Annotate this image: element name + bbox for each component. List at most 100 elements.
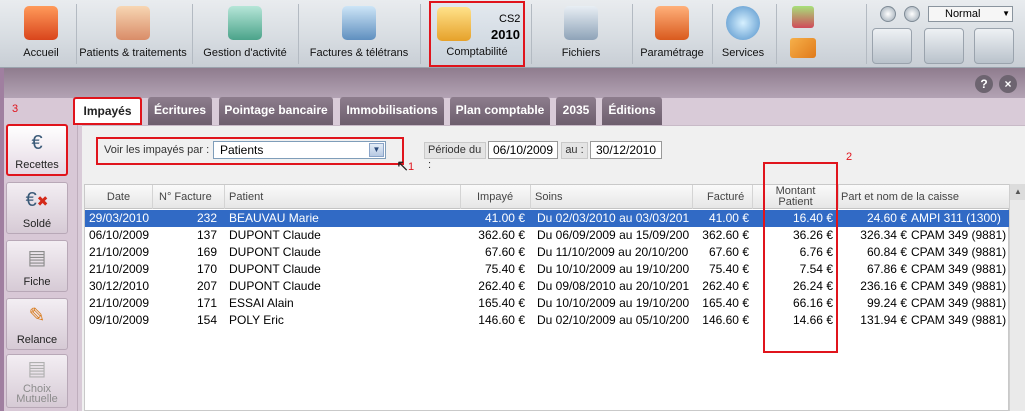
- col-num-facture[interactable]: N° Facture: [153, 185, 225, 209]
- row-nom-caisse: CPAM 349 (9881): [911, 296, 1007, 310]
- database-icon: [564, 6, 598, 40]
- row-impaye: 165.40 €: [478, 296, 525, 310]
- scroll-up-icon[interactable]: ▲: [1010, 184, 1025, 200]
- row-nom-caisse: CPAM 349 (9881): [911, 279, 1007, 293]
- table-row[interactable]: 29/03/2010 232 BEAUVAU Marie 41.00 € Du 02/0…: [85, 210, 1010, 227]
- toolbar-accueil-button[interactable]: Accueil: [8, 2, 74, 66]
- row-date: 21/10/2009: [88, 296, 150, 310]
- row-facture: 146.60 €: [702, 313, 749, 327]
- vertical-scrollbar[interactable]: ▲: [1009, 184, 1025, 411]
- col-impaye[interactable]: Impayé: [461, 185, 531, 209]
- au-label: au :: [561, 142, 588, 159]
- impayes-par-select[interactable]: Patients ▼: [213, 141, 386, 159]
- row-facture: 41.00 €: [708, 211, 749, 225]
- row-num-facture: 207: [196, 279, 217, 293]
- tab-ecritures[interactable]: Écritures: [148, 97, 212, 125]
- tab-pointage-bancaire[interactable]: Pointage bancaire: [219, 97, 333, 125]
- row-date: 29/03/2010: [88, 211, 150, 225]
- toolbar-parametrage-button[interactable]: Paramétrage: [636, 2, 708, 66]
- table-row[interactable]: 09/10/2009 154 POLY Eric 146.60 € Du 02/10/2…: [85, 312, 1010, 329]
- row-num-facture: 232: [196, 211, 217, 225]
- annotation-1: 1: [408, 161, 415, 173]
- table-row[interactable]: 06/10/2009 137 DUPONT Claude 362.60 € Du 06/…: [85, 227, 1010, 244]
- row-nom-caisse: CPAM 349 (9881): [911, 228, 1007, 242]
- row-facture: 362.60 €: [702, 228, 749, 242]
- date-to-field[interactable]: 30/12/2010: [590, 141, 662, 159]
- row-patient: DUPONT Claude: [229, 262, 321, 276]
- table-row[interactable]: 21/10/2009 171 ESSAI Alain 165.40 € Du 10/10…: [85, 295, 1010, 312]
- row-patient: DUPONT Claude: [229, 228, 321, 242]
- row-facture: 67.60 €: [708, 245, 749, 259]
- row-soins: Du 11/10/2009 au 20/10/200: [537, 245, 689, 259]
- sidebar-item-recettes[interactable]: € Recettes: [6, 124, 68, 176]
- row-facture: 262.40 €: [702, 279, 749, 293]
- row-nom-caisse: CPAM 349 (9881): [911, 313, 1007, 327]
- chevron-down-icon: ▼: [1002, 9, 1010, 18]
- col-date[interactable]: Date: [85, 185, 153, 209]
- toolbar-services-button[interactable]: Services: [716, 2, 770, 66]
- card-reader-icon[interactable]: [924, 28, 964, 64]
- tab-immobilisations[interactable]: Immobilisations: [340, 97, 444, 125]
- doctor-icon[interactable]: [872, 28, 912, 64]
- row-date: 09/10/2009: [88, 313, 150, 327]
- help-icon[interactable]: ?: [975, 75, 993, 93]
- table-row[interactable]: 21/10/2009 170 DUPONT Claude 75.40 € Du 10/1…: [85, 261, 1010, 278]
- col-facture[interactable]: Facturé: [693, 185, 753, 209]
- page-icon: ▤: [27, 247, 47, 269]
- row-nom-caisse: AMPI 311 (1300): [911, 211, 1001, 225]
- row-num-facture: 170: [196, 262, 217, 276]
- sidebar-item-fiche[interactable]: ▤ Fiche: [6, 240, 68, 292]
- row-patient: DUPONT Claude: [229, 245, 321, 259]
- row-num-facture: 154: [196, 313, 217, 327]
- toolbar-factures-button[interactable]: Factures & télétrans: [304, 2, 414, 66]
- zoom-in-icon[interactable]: [904, 6, 920, 22]
- row-date: 21/10/2009: [88, 262, 150, 276]
- terminal-icon[interactable]: [974, 28, 1014, 64]
- mode-select[interactable]: Normal ▼: [928, 6, 1013, 22]
- row-date: 06/10/2009: [88, 228, 150, 242]
- toolbar-gestion-button[interactable]: Gestion d'activité: [196, 2, 294, 66]
- pencil-icon[interactable]: [790, 38, 816, 58]
- sidebar-item-choix-mutuelle[interactable]: ▤ Choix Mutuelle: [6, 354, 68, 408]
- row-impaye: 362.60 €: [478, 228, 525, 242]
- title-band: [0, 68, 1025, 98]
- row-date: 30/12/2010: [88, 279, 150, 293]
- row-patient: DUPONT Claude: [229, 279, 321, 293]
- mutuelle-icon: ▤: [27, 358, 47, 380]
- table-header: Date N° Facture Patient Impayé Soins Fac…: [85, 185, 1010, 209]
- toolbar-comptabilite-button[interactable]: CS2 2010 Comptabilité: [429, 1, 525, 67]
- row-facture: 75.40 €: [708, 262, 749, 276]
- row-part-caisse: 236.16 €: [860, 279, 907, 293]
- row-soins: Du 10/10/2009 au 19/10/200: [537, 262, 690, 276]
- filter-label: Voir les impayés par :: [104, 144, 210, 156]
- tab-plan-comptable[interactable]: Plan comptable: [450, 97, 550, 125]
- col-caisse[interactable]: Part et nom de la caisse: [839, 185, 1010, 209]
- row-soins: Du 02/10/2009 au 05/10/200: [537, 313, 690, 327]
- row-part-caisse: 326.34 €: [860, 228, 907, 242]
- row-impaye: 67.60 €: [484, 245, 525, 259]
- tab-editions[interactable]: Éditions: [602, 97, 662, 125]
- tab-impayes[interactable]: Impayés: [73, 97, 142, 125]
- close-icon[interactable]: ×: [999, 75, 1017, 93]
- chevron-down-icon: ▼: [369, 143, 384, 157]
- col-soins[interactable]: Soins: [531, 185, 693, 209]
- table-row[interactable]: 21/10/2009 169 DUPONT Claude 67.60 € Du 11/1…: [85, 244, 1010, 261]
- chart-icon[interactable]: [792, 6, 814, 28]
- row-impaye: 262.40 €: [478, 279, 525, 293]
- zoom-out-icon[interactable]: [880, 6, 896, 22]
- toolbar-patients-button[interactable]: Patients & traitements: [78, 2, 188, 66]
- folder-pen-icon: [228, 6, 262, 40]
- date-from-field[interactable]: 06/10/2009: [488, 141, 558, 159]
- tab-2035[interactable]: 2035: [556, 97, 596, 125]
- row-soins: Du 10/10/2009 au 19/10/200: [537, 296, 690, 310]
- toolbar-fichiers-button[interactable]: Fichiers: [536, 2, 626, 66]
- sidebar-item-relance[interactable]: ✎ Relance: [6, 298, 68, 350]
- row-nom-caisse: CPAM 349 (9881): [911, 245, 1007, 259]
- periode-label: Période du :: [424, 142, 486, 171]
- euro-cross-icon: €✖: [25, 189, 49, 211]
- row-part-caisse: 67.86 €: [866, 262, 907, 276]
- sidebar-item-solde[interactable]: €✖ Soldé: [6, 182, 68, 234]
- col-patient[interactable]: Patient: [225, 185, 461, 209]
- table-row[interactable]: 30/12/2010 207 DUPONT Claude 262.40 € Du 09/…: [85, 278, 1010, 295]
- row-impaye: 146.60 €: [478, 313, 525, 327]
